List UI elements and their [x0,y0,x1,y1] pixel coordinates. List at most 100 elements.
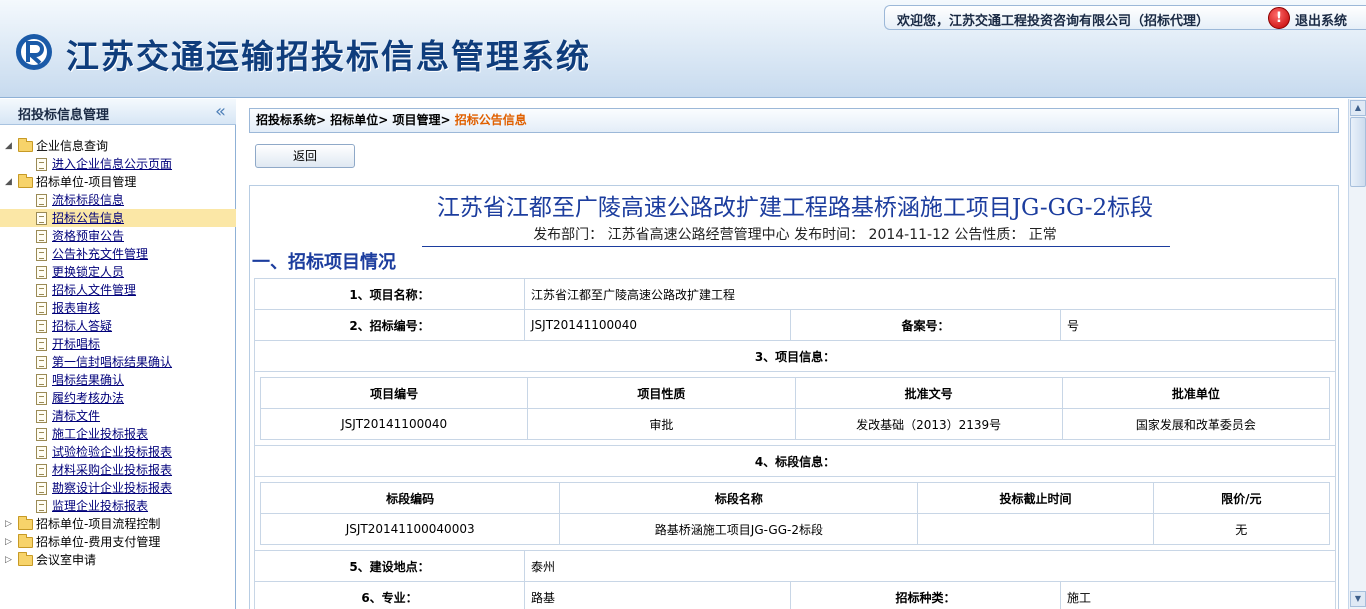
table-cell: 路基桥涵施工项目JG-GG-2标段 [559,513,919,545]
tree-item-label[interactable]: 资格预审公告 [52,227,124,245]
table-cell: 备案号： [790,309,1061,341]
collapsed-arrow-icon[interactable]: ▷ [5,551,12,569]
tree-item[interactable]: 履约考核办法 [0,389,236,407]
tree-folder-label[interactable]: 企业信息查询 [36,137,108,155]
tree-folder-label[interactable]: 招标单位-费用支付管理 [36,533,160,551]
expanded-arrow-icon[interactable]: ◢ [5,173,12,191]
tree-item-label[interactable]: 第一信封唱标结果确认 [52,353,172,371]
column-header: 标段名称 [559,482,919,514]
tree-item-label[interactable]: 勘察设计企业投标报表 [52,479,172,497]
tree-item[interactable]: 报表审核 [0,299,236,317]
tree-item[interactable]: 试验检验企业投标报表 [0,443,236,461]
tree-item-label[interactable]: 唱标结果确认 [52,371,124,389]
tree-item-label[interactable]: 更换锁定人员 [52,263,124,281]
tree-item[interactable]: 招标公告信息 [0,209,236,227]
column-header: 批准单位 [1061,377,1331,409]
tree-item[interactable]: 清标文件 [0,407,236,425]
logout-icon[interactable]: ! [1268,7,1290,29]
tree-folder[interactable]: ▷ 招标单位-费用支付管理 [0,533,236,551]
tree-item[interactable]: 监理企业投标报表 [0,497,236,515]
tree-item-label[interactable]: 公告补充文件管理 [52,245,148,263]
tree-folder[interactable]: ◢ 招标单位-项目管理 [0,173,236,191]
document-icon [36,428,47,441]
tree-item-label[interactable]: 履约考核办法 [52,389,124,407]
project-info-subtable: 项目编号 项目性质 批准文号 批准单位 JSJT20141100040 审批 发… [259,377,1331,440]
user-bar: 欢迎您，江苏交通工程投资咨询有限公司（招标代理） ! 退出系统 [884,5,1366,30]
tree-item[interactable]: 资格预审公告 [0,227,236,245]
document-icon [36,194,47,207]
tree-item-label[interactable]: 流标标段信息 [52,191,124,209]
document-icon [36,212,47,225]
table-cell: 5、建设地点： [254,550,525,582]
tree-item[interactable]: 材料采购企业投标报表 [0,461,236,479]
notice-title: 江苏省江都至广陵高速公路改扩建工程路基桥涵施工项目JG-GG-2标段 [436,195,1154,221]
tree-folder[interactable]: ▷ 招标单位-项目流程控制 [0,515,236,533]
document-icon [36,284,47,297]
tree-item-label[interactable]: 试验检验企业投标报表 [52,443,172,461]
back-button[interactable]: 返回 [255,144,355,168]
table-cell [917,513,1154,545]
tree-item[interactable]: 招标人答疑 [0,317,236,335]
collapsed-arrow-icon[interactable]: ▷ [5,533,12,551]
tree-item-label[interactable]: 开标唱标 [52,335,100,353]
scroll-thumb[interactable] [1350,117,1366,187]
tree-folder[interactable]: ◢ 企业信息查询 [0,137,236,155]
tree-item-label[interactable]: 招标公告信息 [52,209,124,227]
document-icon [36,374,47,387]
tree-folder[interactable]: ▷ 会议室申请 [0,551,236,569]
scroll-down-icon[interactable]: ▼ [1350,591,1366,607]
vertical-scrollbar[interactable]: ▲ ▼ [1348,99,1366,609]
table-row: 1、项目名称： 江苏省江都至广陵高速公路改扩建工程 [254,278,1336,310]
document-icon [36,338,47,351]
table-cell: 3、项目信息： [254,340,1336,372]
table-cell: JSJT20141100040 [524,309,791,341]
tree-item-label[interactable]: 报表审核 [52,299,100,317]
table-row: 6、专业： 路基 招标种类： 施工 [254,581,1336,609]
scroll-up-icon[interactable]: ▲ [1350,100,1366,116]
folder-icon [18,138,33,152]
breadcrumb-path[interactable]: 招投标系统> 招标单位> 项目管理> [256,113,455,127]
tree-folder-label[interactable]: 会议室申请 [36,551,96,569]
tree-item-label[interactable]: 清标文件 [52,407,100,425]
tree-item-label[interactable]: 施工企业投标报表 [52,425,148,443]
table-cell: 6、专业： [254,581,525,609]
tree-item[interactable]: 流标标段信息 [0,191,236,209]
table-cell: 4、标段信息： [254,445,1336,477]
tree-item[interactable]: 公告补充文件管理 [0,245,236,263]
expanded-arrow-icon[interactable]: ◢ [5,137,12,155]
tree-folder-label[interactable]: 招标单位-项目管理 [36,173,136,191]
document-icon [36,464,47,477]
tree-item[interactable]: 招标人文件管理 [0,281,236,299]
column-header: 批准文号 [794,377,1063,409]
column-header: 标段编码 [259,482,561,514]
tree-item[interactable]: 施工企业投标报表 [0,425,236,443]
tree-item-label[interactable]: 材料采购企业投标报表 [52,461,172,479]
tree-item-label[interactable]: 招标人文件管理 [52,281,136,299]
table-row: 3、项目信息： [254,340,1336,372]
tree-item[interactable]: 唱标结果确认 [0,371,236,389]
sidebar-header: 招投标信息管理 « [0,99,236,125]
table-cell: 审批 [527,408,796,440]
table-row: 4、标段信息： [254,445,1336,477]
table-cell: 2、招标编号： [254,309,525,341]
tree-folder-label[interactable]: 招标单位-项目流程控制 [36,515,160,533]
collapse-sidebar-icon[interactable]: « [215,101,226,122]
table-row: 标段编码 标段名称 投标截止时间 限价/元 JSJT20141100040003… [254,476,1336,551]
tree-item[interactable]: 进入企业信息公示页面 [0,155,236,173]
logout-link[interactable]: 退出系统 [1295,10,1347,29]
tree-item-label[interactable]: 监理企业投标报表 [52,497,148,515]
tree-item[interactable]: 第一信封唱标结果确认 [0,353,236,371]
collapsed-arrow-icon[interactable]: ▷ [5,515,12,533]
document-icon [36,248,47,261]
tree-item-label[interactable]: 招标人答疑 [52,317,112,335]
tree-item[interactable]: 开标唱标 [0,335,236,353]
column-header: 限价/元 [1152,482,1331,514]
table-row: 项目编号 项目性质 批准文号 批准单位 JSJT20141100040 审批 发… [254,371,1336,446]
tree-item[interactable]: 勘察设计企业投标报表 [0,479,236,497]
tree-item[interactable]: 更换锁定人员 [0,263,236,281]
document-icon [36,158,47,171]
folder-icon [18,174,33,188]
document-icon [36,446,47,459]
tree-item-label[interactable]: 进入企业信息公示页面 [52,155,172,173]
document-icon [36,392,47,405]
